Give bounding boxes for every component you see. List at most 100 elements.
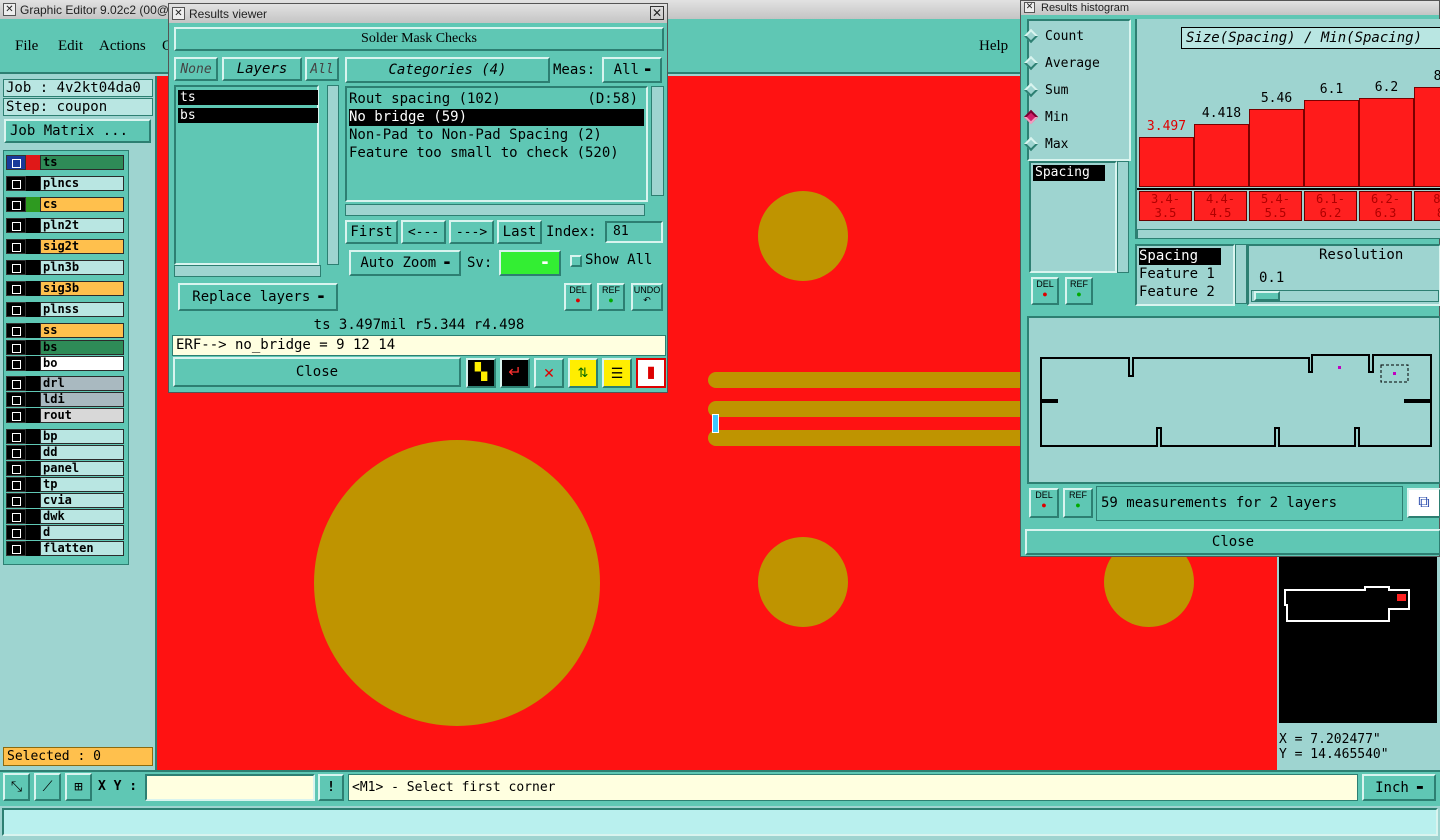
- category-item-selected[interactable]: No bridge (59): [349, 109, 644, 126]
- category-item[interactable]: Non-Pad to Non-Pad Spacing (2): [349, 127, 644, 144]
- tool-icon-2[interactable]: ↵: [500, 358, 530, 388]
- hist-del-button[interactable]: DEL ●: [1031, 277, 1059, 305]
- layer-checkbox[interactable]: [6, 525, 26, 540]
- zoom-fit-button[interactable]: ⧉: [1407, 488, 1440, 518]
- layer-checkbox[interactable]: [6, 408, 26, 423]
- layer-checkbox[interactable]: [6, 239, 26, 254]
- layer-item-bs[interactable]: bs: [178, 108, 318, 123]
- units-dropdown[interactable]: Inch ▬: [1362, 774, 1436, 801]
- job-matrix-button[interactable]: Job Matrix ...: [4, 119, 151, 143]
- field-item[interactable]: Feature 1: [1139, 266, 1229, 283]
- hist-ref-button-2[interactable]: REF ●: [1063, 488, 1093, 518]
- field-item-selected[interactable]: Spacing: [1139, 248, 1221, 265]
- layer-row-pln2t[interactable]: pln2t: [6, 218, 124, 233]
- layer-row-ldi[interactable]: ldi: [6, 392, 124, 407]
- layer-row-ss[interactable]: ss: [6, 323, 124, 338]
- measurement-marker[interactable]: [712, 414, 719, 433]
- layer-row-bp[interactable]: bp: [6, 429, 124, 444]
- xy-input[interactable]: [145, 774, 315, 801]
- overview-map[interactable]: [1279, 557, 1437, 723]
- field-list[interactable]: Spacing Feature 1 Feature 2: [1135, 244, 1235, 306]
- del-button[interactable]: DEL ●: [564, 283, 592, 311]
- layer-checkbox[interactable]: [6, 281, 26, 296]
- measure-tool-button[interactable]: ⟋: [34, 773, 61, 801]
- hist-ref-button[interactable]: REF ●: [1065, 277, 1093, 305]
- layer-checkbox[interactable]: [6, 356, 26, 371]
- ref-button[interactable]: REF ●: [597, 283, 625, 311]
- layer-checkbox[interactable]: [6, 323, 26, 338]
- tool-icon-1[interactable]: ▚: [466, 358, 496, 388]
- mode-radio-sum[interactable]: Sum: [1021, 80, 1113, 100]
- index-input[interactable]: 81: [605, 221, 663, 243]
- layer-row-bo[interactable]: bo: [6, 356, 124, 371]
- layer-row-panel[interactable]: panel: [6, 461, 124, 476]
- zoom-tool-button[interactable]: ⤡: [3, 773, 30, 801]
- snap-tool-button[interactable]: ⊞: [65, 773, 92, 801]
- tool-icon-3[interactable]: ✕: [534, 358, 564, 388]
- mode-radio-max[interactable]: Max: [1021, 134, 1113, 154]
- histogram-bar[interactable]: [1304, 100, 1359, 187]
- first-button[interactable]: First: [345, 220, 398, 244]
- layer-row-drl[interactable]: drl: [6, 376, 124, 391]
- layer-row-tp[interactable]: tp: [6, 477, 124, 492]
- histogram-icon-button[interactable]: ▮: [636, 358, 666, 388]
- show-all-checkbox[interactable]: [570, 255, 582, 267]
- results-viewer-close-icon[interactable]: ✕: [650, 6, 664, 20]
- menu-actions[interactable]: Actions: [99, 38, 146, 55]
- layer-checkbox[interactable]: [6, 340, 26, 355]
- tool-icon-5[interactable]: ☰: [602, 358, 632, 388]
- layer-row-bs[interactable]: bs: [6, 340, 124, 355]
- layer-checkbox[interactable]: [6, 176, 26, 191]
- layer-row-dd[interactable]: dd: [6, 445, 124, 460]
- alert-button[interactable]: !: [318, 774, 344, 801]
- histogram-bar[interactable]: [1139, 137, 1194, 187]
- mode-radio-average[interactable]: Average: [1021, 53, 1113, 73]
- layer-row-sig3b[interactable]: sig3b: [6, 281, 124, 296]
- layer-checkbox[interactable]: [6, 429, 26, 444]
- layer-row-d[interactable]: d: [6, 525, 124, 540]
- layer-checkbox[interactable]: [6, 218, 26, 233]
- layer-checkbox[interactable]: [6, 477, 26, 492]
- layer-row-flatten[interactable]: flatten: [6, 541, 124, 556]
- resolution-slider-thumb[interactable]: [1254, 291, 1280, 301]
- category-hscrollbar[interactable]: [345, 204, 645, 216]
- category-item[interactable]: Rout spacing (102) (D:58): [349, 91, 644, 108]
- layer-row-plncs[interactable]: plncs: [6, 176, 124, 191]
- layer-checkbox[interactable]: [6, 197, 26, 212]
- tool-icon-4[interactable]: ⇅: [568, 358, 598, 388]
- histogram-bar[interactable]: [1359, 98, 1414, 187]
- category-item[interactable]: Feature too small to check (520): [349, 145, 644, 162]
- hist-del-button-2[interactable]: DEL ●: [1029, 488, 1059, 518]
- chart-hscrollbar[interactable]: [1137, 229, 1440, 239]
- prev-button[interactable]: <---: [401, 220, 446, 244]
- menu-edit[interactable]: Edit: [58, 38, 83, 55]
- all-button[interactable]: All: [305, 57, 339, 81]
- field-item[interactable]: Feature 2: [1139, 284, 1229, 301]
- menu-help[interactable]: Help: [979, 38, 1008, 55]
- layer-row-plnss[interactable]: plnss: [6, 302, 124, 317]
- categories-button[interactable]: Categories (4): [345, 57, 550, 83]
- layer-checkbox[interactable]: [6, 392, 26, 407]
- layer-selection-list[interactable]: ts bs: [174, 85, 319, 265]
- layer-checkbox[interactable]: [6, 541, 26, 556]
- histogram-list-scrollbar[interactable]: [1117, 161, 1129, 273]
- layer-checkbox[interactable]: [6, 302, 26, 317]
- layer-row-cvia[interactable]: cvia: [6, 493, 124, 508]
- window-close-icon[interactable]: ✕: [3, 3, 16, 16]
- histogram-list[interactable]: Spacing: [1029, 161, 1117, 273]
- results-close-button[interactable]: Close: [173, 357, 461, 387]
- meas-dropdown[interactable]: All ▬: [602, 57, 662, 83]
- layer-checkbox[interactable]: [6, 493, 26, 508]
- layer-checkbox[interactable]: [6, 509, 26, 524]
- layer-list-scrollbar[interactable]: [327, 85, 339, 265]
- layer-list-hscrollbar[interactable]: [174, 265, 321, 277]
- layer-row-rout[interactable]: rout: [6, 408, 124, 423]
- histogram-bar[interactable]: [1414, 87, 1440, 187]
- category-scrollbar[interactable]: [651, 86, 664, 196]
- histogram-close-button[interactable]: Close: [1025, 529, 1440, 555]
- layer-row-cs[interactable]: cs: [6, 197, 124, 212]
- next-button[interactable]: --->: [449, 220, 494, 244]
- category-list[interactable]: Rout spacing (102) (D:58) No bridge (59) …: [345, 86, 648, 202]
- layer-checkbox[interactable]: [6, 376, 26, 391]
- layer-item-ts[interactable]: ts: [178, 90, 318, 105]
